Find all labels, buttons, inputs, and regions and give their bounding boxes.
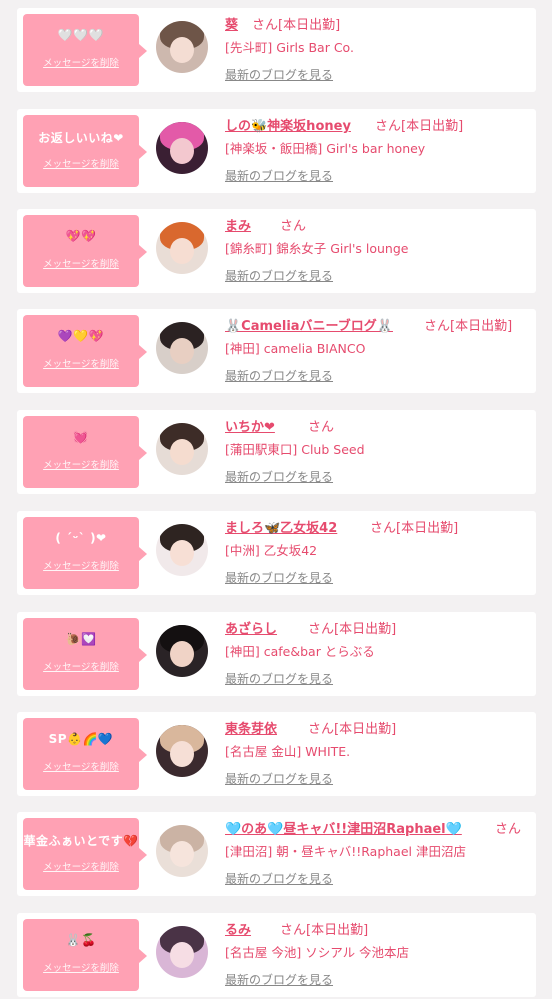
avatar[interactable]: [156, 122, 208, 174]
shop-name: [名古屋 今池] ソシアル 今池本店: [225, 945, 410, 960]
shop-name: [神田] cafe&bar とらぶる: [225, 644, 375, 659]
latest-blog-link[interactable]: 最新のブログを見る: [225, 770, 333, 787]
message-bubble: 🐰🍒 メッセージを削除: [23, 919, 147, 991]
list-item: 🐌💟 メッセージを削除 あざらし さん[本日出勤] [神田] cafe&bar …: [17, 612, 536, 696]
delete-message-link[interactable]: メッセージを削除: [23, 759, 139, 773]
cast-honorific: さん[本日出勤]: [280, 923, 369, 938]
avatar[interactable]: [156, 322, 208, 374]
latest-blog-link[interactable]: 最新のブログを見る: [225, 468, 333, 485]
delete-message-link[interactable]: メッセージを削除: [23, 558, 139, 572]
message-text: お返しいいね‪‪❤︎‬: [38, 131, 124, 145]
avatar[interactable]: [156, 524, 208, 576]
message-bubble: 💓 メッセージを削除: [23, 416, 147, 488]
shop-name: [神楽坂・飯田橋] Girl's bar honey: [225, 141, 426, 156]
cast-name-link[interactable]: ましろ🦋乙女坂42: [225, 517, 337, 536]
message-bubble: 💜💛💖 メッセージを削除: [23, 315, 147, 387]
shop-name: [先斗町] Girls Bar Co.: [225, 40, 354, 55]
latest-blog-link[interactable]: 最新のブログを見る: [225, 367, 333, 384]
list-item: 華金ふぁいとです💔 メッセージを削除 🩵のあ🩵昼キャバ!!津田沼Raphael🩵…: [17, 812, 536, 896]
latest-blog-link[interactable]: 最新のブログを見る: [225, 971, 333, 988]
delete-message-link[interactable]: メッセージを削除: [23, 960, 139, 974]
latest-blog-link[interactable]: 最新のブログを見る: [225, 267, 333, 284]
cast-honorific: さん[本日出勤]: [308, 722, 397, 737]
list-item: ( ˊᵕˋ )❤ メッセージを削除 ましろ🦋乙女坂42 さん[本日出勤] [中洲…: [17, 511, 536, 595]
shop-name: [中洲] 乙女坂42: [225, 543, 318, 558]
cast-name-link[interactable]: るみ: [225, 919, 251, 938]
message-text: 🐌💟: [65, 632, 97, 646]
latest-blog-link[interactable]: 最新のブログを見る: [225, 167, 333, 184]
shop-name: [津田沼] 朝・昼キャバ!!Raphael 津田沼店: [225, 844, 466, 859]
avatar[interactable]: [156, 825, 208, 877]
delete-message-link[interactable]: メッセージを削除: [23, 457, 139, 471]
shop-name: [名古屋 金山] WHITE.: [225, 744, 351, 759]
list-item: SP👶🌈💙 メッセージを削除 東条芽依 さん[本日出勤] [名古屋 金山] WH…: [17, 712, 536, 796]
cast-honorific: さん: [280, 219, 307, 234]
avatar[interactable]: [156, 222, 208, 274]
list-item: 🐰🍒 メッセージを削除 るみ さん[本日出勤] [名古屋 今池] ソシアル 今池…: [17, 913, 536, 997]
shop-name: [蒲田駅東口] Club Seed: [225, 442, 365, 457]
shop-name: [神田] camelia BIANCO: [225, 341, 366, 356]
latest-blog-link[interactable]: 最新のブログを見る: [225, 670, 333, 687]
latest-blog-link[interactable]: 最新のブログを見る: [225, 569, 333, 586]
list-item: 💖💖 メッセージを削除 まみ さん [錦糸町] 錦糸女子 Girl's loun…: [17, 209, 536, 293]
cast-name-link[interactable]: 葵: [225, 14, 238, 33]
cast-name-link[interactable]: あざらし: [225, 618, 277, 637]
list-item: 💓 メッセージを削除 いちか❤ さん [蒲田駅東口] Club Seed 最新の…: [17, 410, 536, 494]
list-item: 🤍🤍🤍 メッセージを削除 葵 さん[本日出勤] [先斗町] Girls Bar …: [17, 8, 536, 92]
cast-honorific: さん[本日出勤]: [308, 622, 397, 637]
message-text: ( ˊᵕˋ )❤: [55, 531, 107, 545]
message-bubble: 💖💖 メッセージを削除: [23, 215, 147, 287]
avatar[interactable]: [156, 21, 208, 73]
cast-honorific: さん[本日出勤]: [370, 521, 459, 536]
cast-name-link[interactable]: いちか❤: [225, 416, 275, 435]
message-bubble: ( ˊᵕˋ )❤ メッセージを削除: [23, 517, 147, 589]
delete-message-link[interactable]: メッセージを削除: [23, 256, 139, 270]
delete-message-link[interactable]: メッセージを削除: [23, 55, 139, 69]
latest-blog-link[interactable]: 最新のブログを見る: [225, 66, 333, 83]
cast-honorific: さん: [308, 420, 335, 435]
cast-honorific: さん: [495, 822, 522, 837]
message-text: 💓: [73, 430, 89, 444]
cast-honorific: さん[本日出勤]: [375, 119, 464, 134]
list-item: お返しいいね‪‪❤︎‬ メッセージを削除 しの🐝神楽坂honey さん[本日出勤…: [17, 109, 536, 193]
shop-name: [錦糸町] 錦糸女子 Girl's lounge: [225, 241, 409, 256]
cast-name-link[interactable]: まみ: [225, 215, 251, 234]
cast-name-link[interactable]: 🩵のあ🩵昼キャバ!!津田沼Raphael🩵: [225, 818, 462, 837]
delete-message-link[interactable]: メッセージを削除: [23, 859, 139, 873]
avatar[interactable]: [156, 625, 208, 677]
message-text: 華金ふぁいとです💔: [23, 834, 139, 848]
avatar[interactable]: [156, 725, 208, 777]
message-bubble: SP👶🌈💙 メッセージを削除: [23, 718, 147, 790]
cast-name-link[interactable]: 東条芽依: [225, 718, 277, 737]
avatar[interactable]: [156, 423, 208, 475]
message-text: SP👶🌈💙: [48, 732, 114, 746]
message-text: 🤍🤍🤍: [57, 28, 105, 42]
list-item: 💜💛💖 メッセージを削除 🐰Cameliaバニーブログ🐰 さん[本日出勤] [神…: [17, 309, 536, 393]
message-bubble: 華金ふぁいとです💔 メッセージを削除: [23, 818, 147, 890]
cast-name-link[interactable]: しの🐝神楽坂honey: [225, 115, 351, 134]
message-text: 💖💖: [65, 229, 97, 243]
delete-message-link[interactable]: メッセージを削除: [23, 356, 139, 370]
delete-message-link[interactable]: メッセージを削除: [23, 659, 139, 673]
cast-honorific: さん[本日出勤]: [252, 18, 341, 33]
message-bubble: 🤍🤍🤍 メッセージを削除: [23, 14, 147, 86]
cast-honorific: さん[本日出勤]: [424, 319, 513, 334]
message-text: 💜💛💖: [57, 329, 105, 343]
delete-message-link[interactable]: メッセージを削除: [23, 156, 139, 170]
message-bubble: 🐌💟 メッセージを削除: [23, 618, 147, 690]
cast-name-link[interactable]: 🐰Cameliaバニーブログ🐰: [225, 315, 393, 334]
message-bubble: お返しいいね‪‪❤︎‬ メッセージを削除: [23, 115, 147, 187]
latest-blog-link[interactable]: 最新のブログを見る: [225, 870, 333, 887]
avatar[interactable]: [156, 926, 208, 978]
message-text: 🐰🍒: [65, 933, 97, 947]
